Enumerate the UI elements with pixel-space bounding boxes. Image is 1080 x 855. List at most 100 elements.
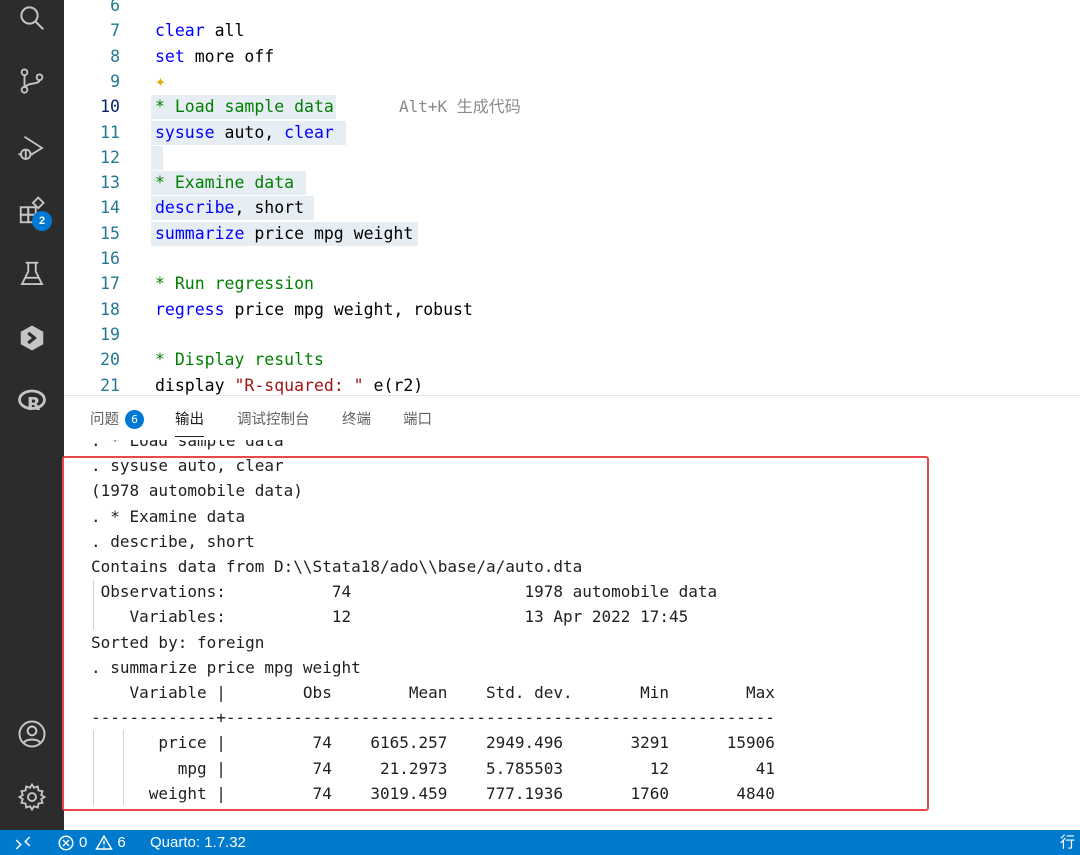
code-token: display <box>155 375 225 395</box>
tab-output[interactable]: 输出 <box>175 408 204 437</box>
extensions-badge: 2 <box>32 211 52 231</box>
account-icon[interactable] <box>14 716 50 752</box>
line-indicator[interactable]: 行 <box>1060 834 1075 852</box>
remote-indicator[interactable] <box>0 830 46 855</box>
line-number: 14 <box>100 198 120 218</box>
code-token: all <box>204 21 245 41</box>
code-text: regress price mpg weight, robust <box>155 297 473 322</box>
tab-problems[interactable]: 问题 6 <box>90 408 144 429</box>
stata-icon[interactable] <box>14 320 50 356</box>
output-line: Observations: 74 1978 automobile data <box>91 582 718 602</box>
code-line[interactable]: 7 clear all <box>64 18 1080 43</box>
code-token: auto, <box>214 122 285 142</box>
output-line: . * Examine data <box>91 506 246 526</box>
code-line[interactable]: 9 ✦ <box>64 69 1080 94</box>
code-line[interactable]: 19 <box>64 322 1080 347</box>
tab-terminal[interactable]: 终端 <box>342 408 371 429</box>
code-line[interactable]: 13 * Examine data <box>64 170 1080 196</box>
code-line[interactable]: 14 describe, short <box>64 195 1080 221</box>
quarto-version[interactable]: Quarto: 1.7.32 <box>150 834 246 852</box>
code-token: * Examine data <box>155 173 295 193</box>
output-line: mpg | 74 21.2973 5.785503 12 41 <box>91 758 775 778</box>
line-number: 19 <box>100 324 120 344</box>
copilot-sparkle-icon[interactable]: ✦ <box>155 69 166 94</box>
code-text: * Examine data <box>155 170 294 195</box>
code-text: sysuse auto, clear <box>155 120 334 145</box>
code-line[interactable]: 18 regress price mpg weight, robust <box>64 297 1080 322</box>
r-language-icon[interactable]: R <box>14 383 50 419</box>
code-text: * Display results <box>155 347 324 372</box>
code-token: * Load sample data <box>155 97 334 117</box>
line-number: 12 <box>100 147 120 167</box>
line-number: 6 <box>110 0 120 15</box>
code-line[interactable]: 21 display "R-squared: " e(r2) <box>64 373 1080 396</box>
run-debug-icon[interactable] <box>14 130 50 166</box>
code-token: price mpg weight, robust <box>224 299 473 319</box>
code-line[interactable]: 15 summarize price mpg weight <box>64 221 1080 246</box>
svg-text:R: R <box>27 395 41 415</box>
summary-table-guide <box>93 730 94 805</box>
output-line: . summarize price mpg weight <box>91 657 361 677</box>
tab-ports[interactable]: 端口 <box>403 408 432 429</box>
code-line[interactable]: 16 <box>64 246 1080 271</box>
testing-icon[interactable] <box>14 256 50 292</box>
code-editor[interactable]: 6 7 clear all 8 set more off 9 ✦ 10 * Load sampl… <box>64 0 1080 395</box>
code-text: describe, short <box>155 195 304 220</box>
search-icon[interactable] <box>14 0 50 36</box>
error-icon <box>58 835 74 851</box>
code-token: , short <box>234 198 305 218</box>
code-text: display "R-squared: " e(r2) <box>155 373 423 396</box>
code-token: clear <box>284 122 334 142</box>
source-control-icon[interactable] <box>14 63 50 99</box>
code-text: summarize price mpg weight <box>155 221 413 246</box>
output-line: . sysuse auto, clear <box>91 456 284 476</box>
tab-debug-console[interactable]: 调试控制台 <box>237 408 310 429</box>
problems-status[interactable]: 0 6 <box>57 834 126 852</box>
output-line: -------------+--------------------------… <box>91 708 775 728</box>
line-number: 9 <box>110 71 120 91</box>
output-line: Sorted by: foreign <box>91 632 265 652</box>
line-number: 21 <box>100 375 120 395</box>
output-line: Variable | Obs Mean Std. dev. Min Max <box>91 683 775 702</box>
line-number: 20 <box>100 350 120 370</box>
output-line: Variables: 12 13 Apr 2022 17:45 <box>91 607 689 627</box>
warning-icon <box>95 834 114 850</box>
code-line[interactable]: 11 sysuse auto, clear <box>64 120 1080 145</box>
code-line[interactable]: 8 set more off <box>64 44 1080 69</box>
output-line: . * Load sample data <box>91 440 284 450</box>
output-line: Contains data from D:\\Stata18/ado\\base… <box>91 557 583 576</box>
line-number: 11 <box>100 122 120 142</box>
error-count: 0 <box>79 834 88 851</box>
code-token: "R-squared: " <box>224 375 364 395</box>
code-line[interactable]: 20 * Display results <box>64 347 1080 372</box>
selection-highlight <box>151 145 163 170</box>
code-token: summarize <box>155 223 245 243</box>
code-line[interactable]: 17 * Run regression <box>64 271 1080 296</box>
settings-gear-icon[interactable] <box>14 779 50 815</box>
code-text: * Run regression <box>155 271 314 296</box>
output-panel[interactable]: . * Load sample data . sysuse auto, clear… <box>64 440 1080 830</box>
code-token: set <box>155 46 185 66</box>
output-line: price | 74 6165.257 2949.496 3291 15906 <box>91 733 775 753</box>
code-line[interactable]: 6 <box>64 0 1080 18</box>
line-number: 18 <box>100 299 120 319</box>
code-token: price mpg weight <box>244 223 414 243</box>
code-text: * Load sample data <box>155 94 334 119</box>
output-line: (1978 automobile data) <box>91 481 303 501</box>
inline-hint: Alt+K 生成代码 <box>399 97 521 117</box>
code-line[interactable]: 12 <box>64 145 1080 170</box>
code-token: describe <box>155 198 235 218</box>
line-number: 16 <box>100 249 120 268</box>
output-line: weight | 74 3019.459 777.1936 1760 4840 <box>91 783 775 803</box>
describe-box-guide <box>93 580 94 630</box>
summary-table-guide-inner <box>123 730 124 805</box>
line-number: 8 <box>110 46 120 66</box>
status-bar: 0 6 Quarto: 1.7.32 行 <box>0 830 1080 855</box>
code-token: more off <box>184 46 275 66</box>
code-line[interactable]: 10 * Load sample data Alt+K 生成代码 <box>64 94 1080 120</box>
code-token: sysuse <box>155 122 215 142</box>
code-token: * Run regression <box>155 274 314 294</box>
line-number: 17 <box>100 274 120 294</box>
problems-count-badge: 6 <box>125 410 144 429</box>
code-text: set more off <box>155 44 274 69</box>
